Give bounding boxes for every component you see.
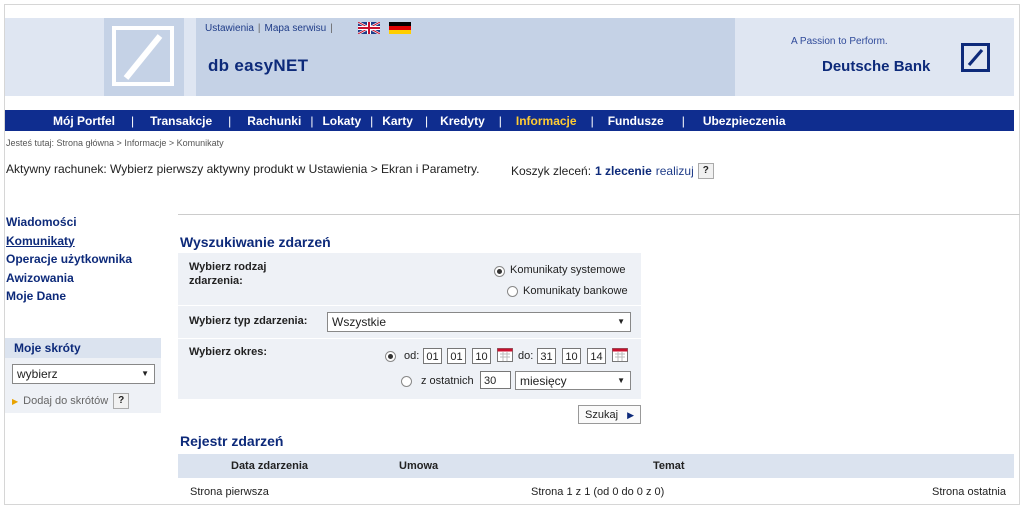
top-links: Ustawienia | Mapa serwisu |: [205, 23, 333, 34]
shortcuts-select[interactable]: wybierz ▼: [12, 364, 155, 384]
chevron-down-icon: ▼: [617, 376, 625, 385]
sidebar-item-komunikaty[interactable]: Komunikaty: [6, 232, 132, 251]
settings-link[interactable]: Ustawienia: [205, 23, 254, 34]
basket-label: Koszyk zleceń:: [511, 164, 592, 178]
bank-tagline: A Passion to Perform.: [791, 36, 888, 47]
arrow-right-icon: ▶: [627, 410, 634, 420]
to-month-input[interactable]: 10: [562, 348, 581, 364]
shortcut-help-button[interactable]: ?: [113, 393, 130, 409]
column-date: Data zdarzenia: [231, 460, 309, 472]
nav-informacje[interactable]: Informacje: [516, 114, 577, 128]
form-row-divider: [178, 338, 641, 339]
from-month-input[interactable]: 01: [447, 348, 466, 364]
triangle-right-icon: ▶: [12, 396, 19, 406]
radio-bank-messages[interactable]: [507, 286, 518, 297]
period-label: Wybierz okres:: [189, 346, 268, 358]
pager-first[interactable]: Strona pierwsza: [190, 486, 269, 498]
order-basket: Koszyk zleceń: 1 zlecenie realizuj ?: [511, 163, 714, 179]
shortcuts-select-value: wybierz: [17, 367, 58, 381]
pager-info: Strona 1 z 1 (od 0 do 0 z 0): [531, 486, 665, 498]
sitemap-link[interactable]: Mapa serwisu: [265, 23, 327, 34]
nav-karty[interactable]: Karty: [382, 114, 413, 128]
radio-bank-label: Komunikaty bankowe: [523, 285, 628, 297]
register-title: Rejestr zdarzeń: [180, 433, 284, 449]
radio-last-period[interactable]: [401, 376, 412, 387]
column-contract: Umowa: [399, 460, 439, 472]
active-account-info: Aktywny rachunek: Wybierz pierwszy aktyw…: [6, 162, 480, 176]
nav-fundusze[interactable]: Fundusze: [608, 114, 664, 128]
content-divider: [178, 214, 1020, 215]
bank-name: Deutsche Bank: [822, 58, 931, 75]
main-nav: Mój Portfel | Transakcje | Rachunki | Lokat…: [5, 110, 1014, 131]
sidebar-nav: Wiadomości Komunikaty Operacje użytkowni…: [6, 213, 132, 306]
column-subject: Temat: [653, 460, 685, 472]
chevron-down-icon: ▼: [141, 369, 149, 378]
calendar-icon[interactable]: [612, 348, 628, 362]
event-type-select[interactable]: Wszystkie ▼: [327, 312, 631, 332]
nav-rachunki[interactable]: Rachunki: [247, 114, 301, 128]
event-type-label: Wybierz typ zdarzenia:: [189, 315, 308, 327]
to-year-input[interactable]: 14: [587, 348, 606, 364]
period-unit-value: miesięcy: [520, 374, 567, 388]
nav-kredyty[interactable]: Kredyty: [440, 114, 485, 128]
pager-last[interactable]: Strona ostatnia: [932, 486, 1006, 498]
shortcuts-title: Moje skróty: [5, 338, 161, 358]
deutsche-bank-logo-large: [104, 18, 184, 96]
basket-realize-link[interactable]: realizuj: [656, 164, 694, 178]
deutsche-bank-logo-icon: [961, 43, 990, 72]
event-kind-label: Wybierz rodzaj zdarzenia:: [189, 261, 267, 287]
last-period-input[interactable]: 30: [480, 371, 511, 389]
nav-transakcje[interactable]: Transakcje: [150, 114, 212, 128]
from-year-input[interactable]: 10: [472, 348, 491, 364]
add-shortcut[interactable]: ▶ Dodaj do skrótów ?: [12, 393, 130, 409]
from-label: od:: [404, 350, 420, 362]
radio-date-range[interactable]: [385, 351, 396, 362]
logo-slash-icon: [123, 34, 163, 80]
radio-system-messages[interactable]: [494, 266, 505, 277]
period-unit-select[interactable]: miesięcy ▼: [515, 371, 631, 390]
search-title: Wyszukiwanie zdarzeń: [180, 234, 331, 250]
nav-ubezpieczenia[interactable]: Ubezpieczenia: [703, 114, 786, 128]
nav-lokaty[interactable]: Lokaty: [322, 114, 361, 128]
search-button-label: Szukaj: [585, 409, 619, 421]
to-day-input[interactable]: 31: [537, 348, 556, 364]
basket-count-link[interactable]: 1 zlecenie: [595, 164, 652, 178]
form-row-divider: [178, 305, 641, 306]
chevron-down-icon: ▼: [617, 317, 625, 326]
calendar-icon[interactable]: [497, 348, 513, 362]
sidebar-item-awizowania[interactable]: Awizowania: [6, 269, 132, 288]
search-button[interactable]: Szukaj ▶: [578, 405, 641, 424]
breadcrumb: Jesteś tutaj: Strona główna > Informacje…: [6, 138, 224, 148]
from-day-input[interactable]: 01: [423, 348, 442, 364]
to-label: do:: [518, 350, 534, 362]
radio-system-label: Komunikaty systemowe: [510, 264, 626, 276]
add-shortcut-label: Dodaj do skrótów: [23, 395, 109, 407]
sidebar-item-moje-dane[interactable]: Moje Dane: [6, 287, 132, 306]
basket-help-button[interactable]: ?: [697, 163, 714, 179]
de-flag-icon[interactable]: [389, 22, 411, 34]
sidebar-item-wiadomosci[interactable]: Wiadomości: [6, 213, 132, 232]
last-period-label: z ostatnich: [421, 375, 474, 387]
uk-flag-icon[interactable]: [358, 22, 380, 34]
nav-moj-portfel[interactable]: Mój Portfel: [53, 114, 115, 128]
product-name: db easyNET: [208, 56, 309, 75]
sidebar-item-operacje[interactable]: Operacje użytkownika: [6, 250, 132, 269]
event-type-value: Wszystkie: [332, 315, 386, 329]
